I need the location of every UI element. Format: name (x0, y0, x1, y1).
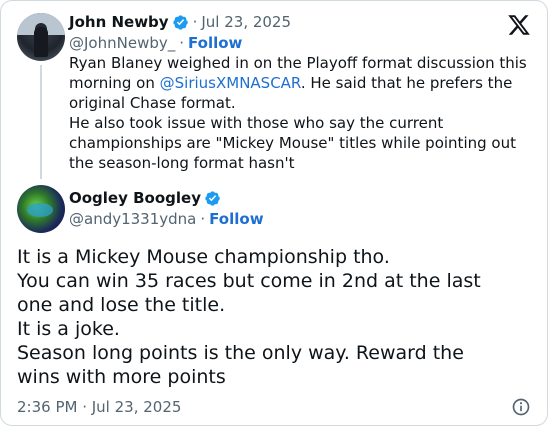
quoted-text-fragment: . He said that he prefers the (300, 74, 513, 92)
reply-text-line: one and lose the title. (17, 294, 226, 316)
separator-dot: · (192, 13, 198, 31)
reply-handle-row: @andy1331ydna · Follow (69, 209, 264, 229)
quoted-tweet-text: Ryan Blaney weighed in on the Playoff fo… (69, 53, 529, 173)
quoted-author-name[interactable]: John Newby (69, 12, 169, 32)
verified-badge-icon (172, 14, 188, 30)
reply-author-handle[interactable]: @andy1331ydna (69, 209, 196, 229)
follow-button-john-newby[interactable]: Follow (188, 33, 242, 53)
follow-button-oogley-boogley[interactable]: Follow (209, 209, 263, 229)
avatar-oogley-boogley[interactable] (17, 185, 65, 233)
thread-connector-line (40, 65, 42, 179)
reply-text-line: It is a joke. (17, 318, 120, 340)
embedded-tweet-card: John Newby · Jul 23, 2025 @JohnNewby_ · … (0, 0, 548, 426)
quoted-author-row: John Newby · Jul 23, 2025 (69, 12, 291, 32)
reply-text-line: It is a Mickey Mouse championship tho. (17, 246, 390, 268)
quoted-text-line: original Chase format. (69, 94, 236, 112)
mention-link[interactable]: @SiriusXMNASCAR (160, 74, 301, 92)
verified-badge-icon (205, 190, 220, 206)
reply-tweet-text: It is a Mickey Mouse championship tho. Y… (17, 245, 517, 389)
separator-dot: · (200, 210, 206, 228)
reply-text-line: wins with more points (17, 366, 226, 388)
reply-text-line: You can win 35 races but come in 2nd at … (17, 270, 481, 292)
quoted-handle-row: @JohnNewby_ · Follow (69, 33, 242, 53)
quoted-text-line: Ryan Blaney weighed in on the Playoff fo… (69, 54, 527, 72)
separator-dot: · (179, 34, 185, 52)
reply-author-row: Oogley Boogley (69, 188, 221, 208)
reply-timestamp[interactable]: 2:36 PM · Jul 23, 2025 (17, 397, 181, 417)
reply-author-name[interactable]: Oogley Boogley (69, 188, 201, 208)
quoted-text-line: the season-long format hasn't (69, 154, 295, 172)
quoted-tweet-date[interactable]: Jul 23, 2025 (201, 12, 291, 32)
x-logo-icon[interactable] (507, 13, 531, 37)
quoted-text-line: He also took issue with those who say th… (69, 114, 444, 132)
quoted-author-handle[interactable]: @JohnNewby_ (69, 33, 175, 53)
avatar-john-newby[interactable] (17, 13, 65, 61)
reply-text-line: Season long points is the only way. Rewa… (17, 342, 464, 364)
quoted-text-fragment: morning on (69, 74, 160, 92)
info-icon[interactable] (511, 397, 531, 417)
quoted-text-line: morning on @SiriusXMNASCAR. He said that… (69, 73, 529, 93)
quoted-text-line: championships are "Mickey Mouse" titles … (69, 134, 516, 152)
